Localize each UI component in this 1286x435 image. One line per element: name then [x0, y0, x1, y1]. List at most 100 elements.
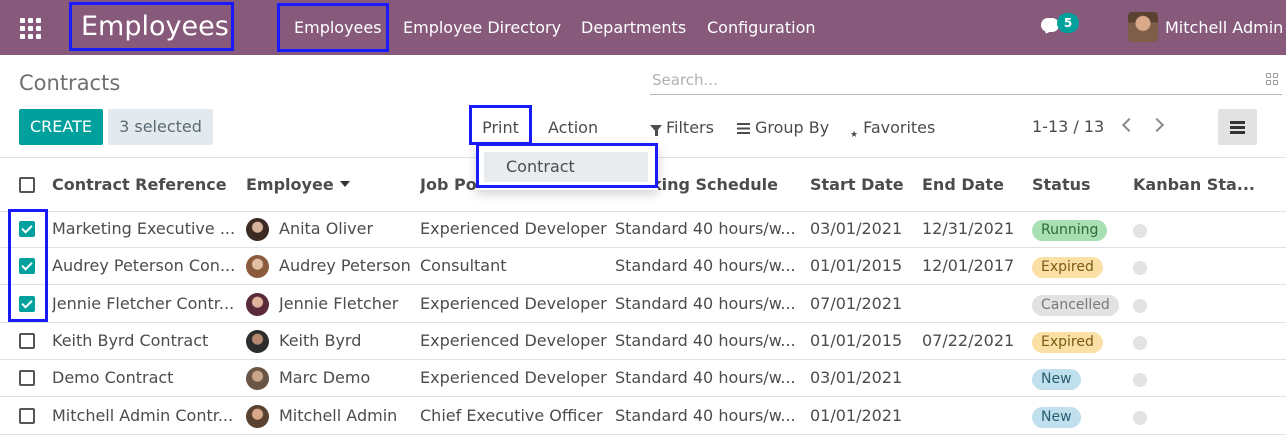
print-menu-item-contract[interactable]: Contract — [476, 143, 658, 188]
row-checkbox[interactable] — [19, 408, 35, 424]
selected-count: 3 selected — [108, 109, 213, 145]
kanban-state-icon[interactable] — [1133, 336, 1147, 350]
nav-menu-departments[interactable]: Departments — [581, 0, 686, 55]
cell-working-schedule: Standard 40 hours/w... — [615, 406, 796, 425]
search-input[interactable] — [650, 67, 1240, 93]
groupby-button[interactable]: Group By — [737, 109, 829, 145]
cell-start-date: 03/01/2021 — [810, 368, 903, 387]
employee-avatar — [246, 367, 269, 390]
cell-start-date: 03/01/2021 — [810, 219, 903, 238]
select-all-checkbox[interactable] — [19, 177, 35, 193]
cell-start-date: 01/01/2015 — [810, 331, 903, 350]
row-checkbox[interactable] — [19, 296, 35, 312]
row-checkbox[interactable] — [19, 333, 35, 349]
app-menu-icon[interactable] — [19, 17, 41, 39]
cell-end-date: 12/01/2017 — [922, 256, 1015, 275]
kanban-state-icon[interactable] — [1133, 373, 1147, 387]
filters-button[interactable]: Filters — [650, 109, 714, 145]
column-end-date[interactable]: End Date — [922, 158, 1028, 213]
user-avatar[interactable] — [1128, 12, 1158, 42]
status-badge: Expired — [1032, 332, 1103, 353]
column-start-date[interactable]: Start Date — [810, 158, 918, 213]
table-row[interactable]: Keith Byrd Contract Keith Byrd Experienced… — [0, 323, 1286, 360]
cell-start-date: 07/01/2021 — [810, 294, 903, 313]
bars-icon — [737, 123, 750, 134]
list-view-button[interactable] — [1218, 109, 1257, 145]
kanban-state-icon[interactable] — [1133, 224, 1147, 238]
print-dropdown-menu: Contract — [476, 143, 658, 190]
cell-contract-reference: Demo Contract — [52, 368, 174, 387]
print-menu-item-label[interactable]: Contract — [484, 152, 648, 182]
filter-icon — [650, 125, 662, 136]
table-row[interactable]: Jennie Fletcher Contr... Jennie Fletcher E… — [0, 286, 1286, 323]
cell-job-position: Consultant — [420, 256, 507, 275]
nav-menu-employee-directory[interactable]: Employee Directory — [403, 0, 561, 55]
chat-count-badge[interactable]: 5 — [1057, 13, 1079, 33]
cell-working-schedule: Standard 40 hours/w... — [615, 368, 796, 387]
column-employee[interactable]: Employee — [246, 158, 416, 213]
cell-employee: Marc Demo — [279, 368, 371, 387]
cell-contract-reference: Jennie Fletcher Contr... — [52, 294, 235, 313]
pager-next-icon[interactable] — [1149, 117, 1165, 133]
cell-end-date — [922, 286, 1028, 323]
cell-contract-reference: Mitchell Admin Contr... — [52, 406, 234, 425]
breadcrumb: Contracts — [19, 71, 121, 95]
table-row[interactable]: Mitchell Admin Contr... Mitchell Admin Chi… — [0, 398, 1286, 435]
pager-previous-icon[interactable] — [1121, 117, 1137, 133]
nav-menu-employees[interactable]: Employees — [277, 3, 389, 52]
search-options-icon[interactable] — [1266, 73, 1278, 85]
column-contract-reference[interactable]: Contract Reference — [52, 158, 232, 213]
cell-employee: Keith Byrd — [279, 331, 362, 350]
status-badge: Cancelled — [1032, 295, 1119, 316]
cell-job-position: Experienced Developer — [420, 294, 607, 313]
cell-job-position: Experienced Developer — [420, 368, 607, 387]
cell-contract-reference: Audrey Peterson Con... — [52, 256, 236, 275]
employee-avatar — [246, 255, 269, 278]
cell-employee: Jennie Fletcher — [279, 294, 399, 313]
user-menu[interactable]: Mitchell Admin — [1165, 0, 1283, 55]
cell-contract-reference: Keith Byrd Contract — [52, 331, 209, 350]
cell-employee: Anita Oliver — [279, 219, 374, 238]
action-button[interactable]: Action — [548, 109, 598, 145]
table-row[interactable]: Demo Contract Marc Demo Experienced Develo… — [0, 360, 1286, 397]
kanban-state-icon[interactable] — [1133, 261, 1147, 275]
cell-job-position: Experienced Developer — [420, 219, 607, 238]
nav-menu-configuration[interactable]: Configuration — [707, 0, 816, 55]
cell-end-date — [922, 360, 1028, 397]
status-badge: Running — [1032, 220, 1108, 241]
groupby-label: Group By — [755, 118, 830, 137]
row-checkbox[interactable] — [19, 258, 35, 274]
cell-job-position: Experienced Developer — [420, 331, 607, 350]
row-checkbox[interactable] — [19, 221, 35, 237]
kanban-state-icon[interactable] — [1133, 299, 1147, 313]
cell-end-date: 07/22/2021 — [922, 331, 1015, 350]
cell-end-date — [922, 398, 1028, 435]
column-kanban-state[interactable]: Kanban Sta... — [1133, 158, 1283, 213]
print-button[interactable]: Print — [469, 105, 532, 145]
status-badge: Expired — [1032, 257, 1103, 278]
row-checkbox[interactable] — [19, 370, 35, 386]
employee-avatar — [246, 330, 269, 353]
top-navbar: Employees Employees Employee Directory D… — [0, 0, 1286, 55]
status-badge: New — [1032, 407, 1081, 428]
cell-start-date: 01/01/2021 — [810, 406, 903, 425]
pager-value[interactable]: 1-13 / 13 — [1032, 109, 1104, 145]
star-icon: ★ — [850, 130, 859, 140]
kanban-state-icon[interactable] — [1133, 411, 1147, 425]
create-button[interactable]: CREATE — [19, 109, 103, 145]
cell-end-date: 12/31/2021 — [922, 219, 1015, 238]
column-status[interactable]: Status — [1032, 158, 1130, 213]
employee-avatar — [246, 405, 269, 428]
cell-working-schedule: Standard 40 hours/w... — [615, 256, 796, 275]
filters-label: Filters — [666, 118, 714, 137]
cell-employee: Audrey Peterson — [279, 256, 411, 275]
app-brand[interactable]: Employees — [69, 2, 234, 51]
favorites-button[interactable]: ★ Favorites — [850, 109, 935, 145]
status-badge: New — [1032, 369, 1081, 390]
table-row[interactable]: Marketing Executive ... Anita Oliver Exper… — [0, 211, 1286, 248]
cell-start-date: 01/01/2015 — [810, 256, 903, 275]
sort-desc-icon — [339, 181, 350, 187]
favorites-label: Favorites — [863, 118, 936, 137]
cell-working-schedule: Standard 40 hours/w... — [615, 219, 796, 238]
table-row[interactable]: Audrey Peterson Con... Audrey Peterson Con… — [0, 248, 1286, 285]
